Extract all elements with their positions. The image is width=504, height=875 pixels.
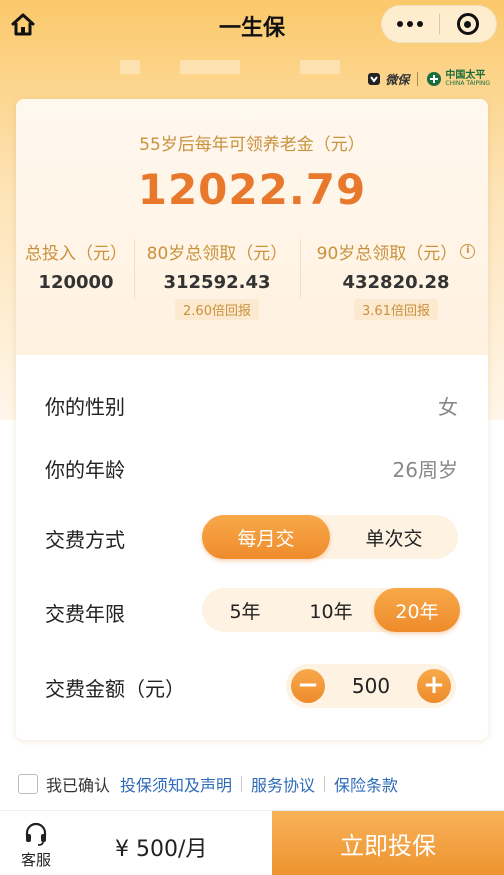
pay-years-label: 交费年限 — [45, 602, 125, 626]
china-taiping-en: CHINA TAIPING — [445, 80, 490, 87]
weibao-logo: 微保 — [366, 71, 409, 88]
monthly-price: ¥ 500/月 — [115, 837, 208, 862]
more-dots-icon — [397, 21, 404, 27]
pay-method-label: 交费方式 — [45, 528, 125, 552]
close-miniprogram-button[interactable] — [439, 5, 496, 43]
gender-label: 你的性别 — [45, 395, 125, 419]
return-ratio-badge: 3.61倍回报 — [354, 299, 438, 320]
nav-bar: 一生保 — [0, 0, 504, 52]
more-dots-icon — [407, 21, 414, 27]
decor-stripe — [300, 60, 340, 74]
gender-row[interactable]: 你的性别 女 — [16, 379, 488, 429]
pension-headline: 55岁后每年可领养老金（元） — [139, 135, 365, 155]
age-value[interactable]: 26周岁 — [393, 454, 458, 483]
gender-value[interactable]: 女 — [438, 391, 458, 420]
agree-checkbox[interactable] — [18, 774, 38, 794]
stat-value: 312592.43 — [163, 272, 271, 293]
customer-service-label: 客服 — [20, 851, 51, 869]
pay-amount-label: 交费金额（元） — [45, 677, 185, 701]
buy-now-button[interactable]: 立即投保 — [272, 811, 504, 875]
link-divider — [241, 776, 243, 792]
stat-value: 432820.28 — [342, 272, 450, 293]
link-divider — [324, 776, 326, 792]
stat-90-total: 90岁总领取（元） i 432820.28 3.61倍回报 — [310, 239, 482, 320]
age-label: 你的年龄 — [45, 458, 125, 482]
home-button[interactable] — [8, 10, 38, 40]
pay-years-selector: 5年 10年 20年 — [202, 588, 460, 632]
stat-divider — [300, 239, 301, 299]
agree-text: 我已确认 — [46, 776, 111, 795]
china-taiping-logo: 中国太平 CHINA TAIPING — [426, 71, 490, 87]
pay-method-single-option[interactable]: 单次交 — [330, 515, 458, 559]
pay-years-10-option[interactable]: 10年 — [288, 588, 374, 632]
miniprogram-capsule — [381, 5, 497, 43]
pension-card: 55岁后每年可领养老金（元） 12022.79 总投入（元） 120000 80… — [16, 99, 488, 740]
stat-total-investment: 总投入（元） 120000 — [24, 239, 128, 293]
agreement-row: 我已确认 投保须知及声明 服务协议 保险条款 — [18, 771, 498, 797]
return-ratio-badge: 2.60倍回报 — [175, 299, 259, 320]
stat-label-row[interactable]: 90岁总领取（元） i — [310, 239, 482, 264]
stat-label: 90岁总领取（元） — [316, 244, 458, 264]
target-circle-icon — [456, 13, 479, 35]
increase-button[interactable]: + — [417, 669, 451, 703]
decor-stripe — [120, 60, 140, 74]
stat-divider — [134, 239, 135, 299]
stat-label: 总投入（元） — [25, 244, 127, 264]
stat-value: 120000 — [38, 272, 114, 293]
age-row[interactable]: 你的年龄 26周岁 — [16, 442, 488, 492]
weibao-text: 微保 — [385, 72, 410, 87]
pay-amount-value[interactable]: 500 — [326, 674, 416, 698]
brand-logos: 微保 中国太平 CHINA TAIPING — [366, 68, 490, 90]
home-icon — [11, 13, 35, 36]
weibao-icon — [368, 73, 381, 85]
brand-divider — [417, 72, 419, 86]
stat-label: 80岁总领取（元） — [146, 244, 288, 264]
customer-service-button[interactable]: 客服 — [14, 821, 58, 870]
service-agreement-link[interactable]: 服务协议 — [251, 772, 315, 796]
summary-section: 55岁后每年可领养老金（元） 12022.79 总投入（元） 120000 80… — [16, 99, 488, 355]
pay-method-selector: 每月交 单次交 — [202, 515, 458, 559]
bottom-bar: 客服 ¥ 500/月 立即投保 — [0, 810, 504, 875]
pay-years-20-option[interactable]: 20年 — [374, 588, 460, 632]
more-menu-button[interactable] — [382, 5, 439, 43]
stat-80-total: 80岁总领取（元） 312592.43 2.60倍回报 — [142, 239, 292, 320]
info-icon[interactable]: i — [460, 244, 476, 259]
pay-years-5-option[interactable]: 5年 — [202, 588, 288, 632]
decrease-button[interactable]: − — [291, 669, 325, 703]
pay-amount-stepper: − 500 + — [286, 664, 456, 708]
annual-pension-amount: 12022.79 — [137, 165, 367, 214]
decor-stripe — [180, 60, 240, 74]
headset-icon — [25, 822, 47, 846]
china-taiping-icon — [427, 72, 442, 86]
notice-link[interactable]: 投保须知及声明 — [120, 772, 232, 796]
insurance-terms-link[interactable]: 保险条款 — [334, 772, 398, 796]
pay-method-monthly-option[interactable]: 每月交 — [202, 515, 330, 559]
more-dots-icon — [417, 21, 424, 27]
